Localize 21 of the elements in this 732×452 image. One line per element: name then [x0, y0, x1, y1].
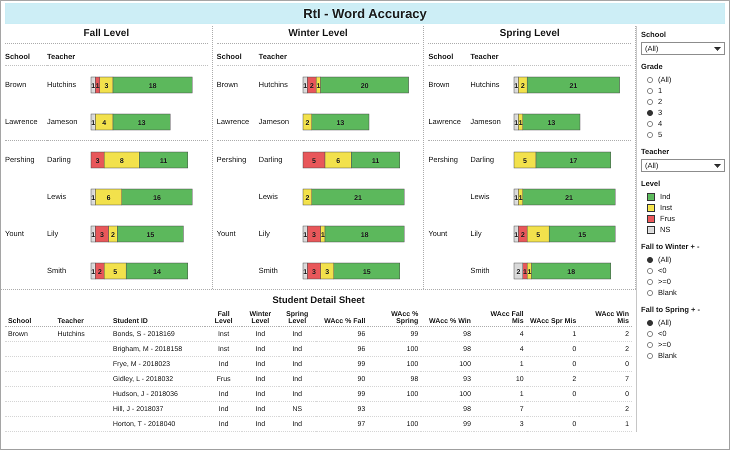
radio-button[interactable] [647, 76, 653, 82]
radio-button[interactable] [647, 330, 653, 336]
panel-title: Winter Level [216, 26, 420, 44]
radio-button[interactable] [647, 342, 653, 348]
radio-button[interactable] [647, 320, 653, 326]
radio-button[interactable] [647, 120, 653, 126]
radio-button[interactable] [647, 290, 653, 296]
panel-title: Spring Level [428, 26, 632, 44]
radio-button[interactable] [647, 132, 653, 138]
radio-button[interactable] [647, 88, 653, 94]
panel-title: Fall Level [5, 26, 208, 44]
radio-button[interactable] [647, 256, 653, 262]
radio-button[interactable] [647, 110, 653, 116]
radio-button[interactable] [647, 268, 653, 274]
caret-icon [714, 46, 721, 50]
radio-button[interactable] [647, 352, 653, 358]
table-title: Student Detail Sheet [271, 294, 366, 308]
dashboard-title: RtI - Word Accuracy [5, 3, 725, 24]
radio-button[interactable] [647, 98, 653, 104]
caret-icon [714, 164, 721, 168]
radio-button[interactable] [647, 278, 653, 284]
